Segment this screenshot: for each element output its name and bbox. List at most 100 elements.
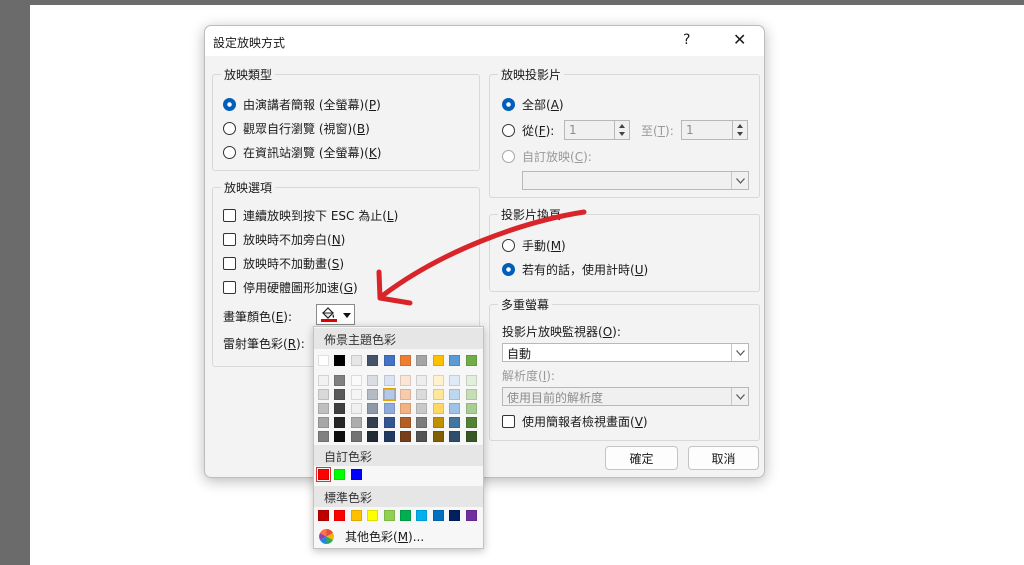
theme-shade-swatch[interactable] (367, 431, 379, 442)
theme-shade-swatch[interactable] (465, 403, 477, 414)
theme-shade-swatch[interactable] (416, 375, 428, 386)
theme-shade-swatch[interactable] (383, 403, 395, 414)
theme-shade-swatch[interactable] (318, 403, 329, 414)
theme-shade-swatch[interactable] (318, 389, 329, 400)
radio-browsed-window-indicator[interactable] (223, 122, 236, 135)
chevron-down-icon[interactable] (731, 388, 748, 405)
theme-shade-swatch[interactable] (367, 417, 379, 428)
theme-shade-swatch[interactable] (318, 417, 329, 428)
theme-shade-swatch[interactable] (465, 375, 477, 386)
theme-shade-swatch[interactable] (416, 431, 428, 442)
theme-shade-swatch[interactable] (400, 389, 411, 400)
theme-color-swatch[interactable] (350, 355, 362, 366)
from-slide-spinner[interactable]: 1 (564, 120, 630, 140)
check-loop-until-esc[interactable]: 連續放映到按下 ESC 為止(L) (223, 207, 398, 224)
theme-shade-swatch[interactable] (334, 417, 346, 428)
slideshow-monitor-select[interactable]: 自動 (502, 343, 749, 362)
radio-use-timings-indicator[interactable] (502, 263, 515, 276)
radio-from-slide-indicator[interactable] (502, 124, 515, 137)
custom-color-swatch[interactable] (316, 467, 331, 482)
theme-shade-swatch[interactable] (416, 417, 428, 428)
theme-shade-swatch[interactable] (449, 417, 461, 428)
theme-shade-swatch[interactable] (334, 389, 346, 400)
radio-manual-indicator[interactable] (502, 239, 515, 252)
theme-shade-swatch[interactable] (367, 403, 379, 414)
theme-color-swatch[interactable] (432, 355, 444, 366)
radio-manual[interactable]: 手動(M) (502, 237, 566, 254)
check-loop-until-esc-box[interactable] (223, 209, 236, 222)
chevron-down-icon[interactable] (731, 172, 748, 189)
standard-color-swatch[interactable] (383, 510, 395, 521)
radio-browsed-window[interactable]: 觀眾自行瀏覽 (視窗)(B) (223, 120, 370, 137)
custom-color-swatch[interactable] (350, 469, 362, 480)
radio-custom-show-indicator[interactable] (502, 150, 515, 163)
theme-color-swatch[interactable] (449, 355, 461, 366)
check-no-narration-box[interactable] (223, 233, 236, 246)
theme-shade-swatch[interactable] (400, 375, 411, 386)
theme-shade-swatch[interactable] (383, 375, 395, 386)
radio-all-slides-indicator[interactable] (502, 98, 515, 111)
pen-color-dropdown[interactable] (316, 304, 355, 325)
check-no-animation[interactable]: 放映時不加動畫(S) (223, 255, 344, 272)
theme-shade-swatch[interactable] (465, 417, 477, 428)
check-disable-hw-acceleration-box[interactable] (223, 281, 236, 294)
ok-button[interactable]: 確定 (605, 446, 678, 470)
theme-shade-swatch[interactable] (449, 431, 461, 442)
check-disable-hw-acceleration[interactable]: 停用硬體圖形加速(G) (223, 279, 358, 296)
radio-from-slide[interactable]: 從(F): (502, 122, 554, 139)
theme-shade-swatch[interactable] (449, 375, 461, 386)
theme-shade-swatch[interactable] (382, 388, 396, 401)
radio-kiosk-indicator[interactable] (223, 146, 236, 159)
chevron-down-icon[interactable] (731, 344, 748, 361)
theme-color-swatch[interactable] (383, 355, 395, 366)
check-no-animation-box[interactable] (223, 257, 236, 270)
theme-shade-swatch[interactable] (432, 389, 444, 400)
theme-shade-swatch[interactable] (416, 403, 428, 414)
theme-color-swatch[interactable] (367, 355, 379, 366)
standard-color-swatch[interactable] (465, 510, 477, 521)
theme-shade-swatch[interactable] (334, 431, 346, 442)
radio-presenter-indicator[interactable] (223, 98, 236, 111)
theme-shade-swatch[interactable] (465, 431, 477, 442)
standard-color-swatch[interactable] (432, 510, 444, 521)
radio-custom-show[interactable]: 自訂放映(C): (502, 148, 592, 165)
theme-shade-swatch[interactable] (400, 431, 411, 442)
theme-shade-swatch[interactable] (334, 375, 346, 386)
theme-shade-swatch[interactable] (432, 417, 444, 428)
check-presenter-view-box[interactable] (502, 415, 515, 428)
custom-show-select[interactable] (522, 171, 749, 190)
theme-color-swatch[interactable] (400, 355, 411, 366)
close-icon[interactable]: ✕ (733, 30, 746, 49)
theme-shade-swatch[interactable] (367, 389, 379, 400)
theme-shade-swatch[interactable] (465, 389, 477, 400)
spinner-arrows-icon[interactable] (732, 121, 747, 139)
standard-color-swatch[interactable] (416, 510, 428, 521)
theme-shade-swatch[interactable] (318, 375, 329, 386)
theme-shade-swatch[interactable] (400, 417, 411, 428)
standard-color-swatch[interactable] (367, 510, 379, 521)
theme-shade-swatch[interactable] (334, 403, 346, 414)
cancel-button[interactable]: 取消 (688, 446, 759, 470)
standard-color-swatch[interactable] (334, 510, 346, 521)
more-colors-item[interactable]: 其他色彩(M)... (318, 528, 424, 545)
check-presenter-view[interactable]: 使用簡報者檢視畫面(V) (502, 413, 648, 430)
theme-color-swatch[interactable] (416, 355, 428, 366)
theme-color-swatch[interactable] (318, 355, 329, 366)
theme-shade-swatch[interactable] (432, 375, 444, 386)
theme-shade-swatch[interactable] (350, 389, 362, 400)
theme-shade-swatch[interactable] (383, 431, 395, 442)
theme-shade-swatch[interactable] (449, 403, 461, 414)
custom-color-swatch[interactable] (334, 469, 346, 480)
theme-shade-swatch[interactable] (400, 403, 411, 414)
theme-shade-swatch[interactable] (350, 431, 362, 442)
standard-color-swatch[interactable] (318, 510, 329, 521)
theme-shade-swatch[interactable] (350, 403, 362, 414)
to-slide-spinner[interactable]: 1 (681, 120, 748, 140)
theme-shade-swatch[interactable] (416, 389, 428, 400)
theme-shade-swatch[interactable] (350, 417, 362, 428)
radio-all-slides[interactable]: 全部(A) (502, 96, 564, 113)
theme-shade-swatch[interactable] (432, 403, 444, 414)
spinner-arrows-icon[interactable] (614, 121, 629, 139)
theme-color-swatch[interactable] (465, 355, 477, 366)
theme-shade-swatch[interactable] (383, 417, 395, 428)
